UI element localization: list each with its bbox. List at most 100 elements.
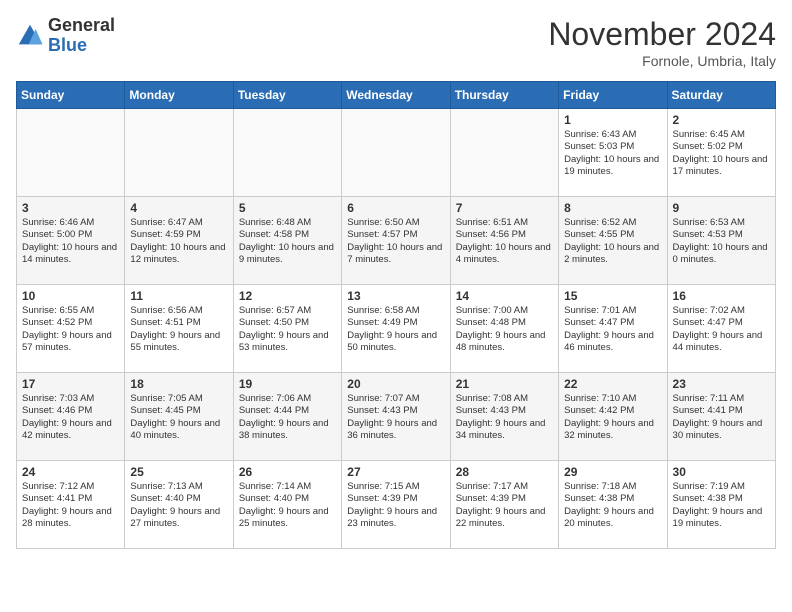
calendar-cell: 9Sunrise: 6:53 AMSunset: 4:53 PMDaylight… (667, 197, 775, 285)
day-number: 4 (130, 201, 227, 215)
calendar-cell: 22Sunrise: 7:10 AMSunset: 4:42 PMDayligh… (559, 373, 667, 461)
cell-info-line: Daylight: 10 hours and 19 minutes. (564, 154, 661, 179)
calendar-week-2: 3Sunrise: 6:46 AMSunset: 5:00 PMDaylight… (17, 197, 776, 285)
calendar-cell: 3Sunrise: 6:46 AMSunset: 5:00 PMDaylight… (17, 197, 125, 285)
cell-info-line: Sunset: 4:38 PM (673, 493, 770, 505)
location: Fornole, Umbria, Italy (548, 53, 776, 69)
cell-info-line: Daylight: 10 hours and 12 minutes. (130, 242, 227, 267)
cell-info-line: Sunset: 4:43 PM (456, 405, 553, 417)
calendar-cell (125, 109, 233, 197)
cell-info-line: Daylight: 9 hours and 20 minutes. (564, 506, 661, 531)
day-header-monday: Monday (125, 82, 233, 109)
cell-info-line: Daylight: 10 hours and 4 minutes. (456, 242, 553, 267)
cell-info-line: Sunrise: 6:53 AM (673, 217, 770, 229)
cell-info-line: Sunrise: 6:43 AM (564, 129, 661, 141)
cell-info-line: Sunset: 4:39 PM (456, 493, 553, 505)
day-number: 19 (239, 377, 336, 391)
cell-info-line: Daylight: 9 hours and 40 minutes. (130, 418, 227, 443)
calendar-cell: 29Sunrise: 7:18 AMSunset: 4:38 PMDayligh… (559, 461, 667, 549)
cell-info-line: Sunrise: 6:46 AM (22, 217, 119, 229)
day-header-tuesday: Tuesday (233, 82, 341, 109)
calendar-cell: 19Sunrise: 7:06 AMSunset: 4:44 PMDayligh… (233, 373, 341, 461)
day-number: 22 (564, 377, 661, 391)
cell-info-line: Sunrise: 7:17 AM (456, 481, 553, 493)
cell-info-line: Daylight: 9 hours and 53 minutes. (239, 330, 336, 355)
day-number: 24 (22, 465, 119, 479)
calendar-cell: 30 Sunrise: 7:19 AMSunset: 4:38 PMDayligh… (667, 461, 775, 549)
cell-info-line: Daylight: 9 hours and 48 minutes. (456, 330, 553, 355)
cell-info-line: Sunset: 4:59 PM (130, 229, 227, 241)
day-number: 8 (564, 201, 661, 215)
calendar-cell: 28Sunrise: 7:17 AMSunset: 4:39 PMDayligh… (450, 461, 558, 549)
day-number: 1 (564, 113, 661, 127)
day-number: 3 (22, 201, 119, 215)
day-number: 6 (347, 201, 444, 215)
calendar-cell: 4Sunrise: 6:47 AMSunset: 4:59 PMDaylight… (125, 197, 233, 285)
calendar-cell: 20Sunrise: 7:07 AMSunset: 4:43 PMDayligh… (342, 373, 450, 461)
cell-info-line: Sunset: 4:57 PM (347, 229, 444, 241)
calendar-table: SundayMondayTuesdayWednesdayThursdayFrid… (16, 81, 776, 549)
logo: General Blue (16, 16, 115, 56)
day-header-wednesday: Wednesday (342, 82, 450, 109)
day-number: 14 (456, 289, 553, 303)
calendar-week-4: 17 Sunrise: 7:03 AMSunset: 4:46 PM Dayligh… (17, 373, 776, 461)
cell-info-line: Daylight: 9 hours and 34 minutes. (456, 418, 553, 443)
cell-info-line: Sunset: 4:47 PM (673, 317, 770, 329)
cell-info-line: Sunset: 4:44 PM (239, 405, 336, 417)
cell-info-line: Sunrise: 6:45 AM (673, 129, 770, 141)
calendar-cell: 7Sunrise: 6:51 AMSunset: 4:56 PMDaylight… (450, 197, 558, 285)
cell-info-line: Sunrise: 7:11 AM (673, 393, 770, 405)
cell-info-line: Daylight: 9 hours and 46 minutes. (564, 330, 661, 355)
cell-info-line: Daylight: 9 hours and 28 minutes. (22, 506, 119, 531)
cell-info-line: Sunset: 4:51 PM (130, 317, 227, 329)
cell-info-line: Sunrise: 7:01 AM (564, 305, 661, 317)
day-number: 23 (673, 377, 770, 391)
cell-info-line: Sunrise: 6:51 AM (456, 217, 553, 229)
cell-info-line: Sunset: 4:45 PM (130, 405, 227, 417)
calendar-week-1: 1Sunrise: 6:43 AMSunset: 5:03 PMDaylight… (17, 109, 776, 197)
cell-info-line: Sunset: 4:55 PM (564, 229, 661, 241)
cell-info-line: Sunrise: 6:58 AM (347, 305, 444, 317)
calendar-cell: 10Sunrise: 6:55 AMSunset: 4:52 PMDayligh… (17, 285, 125, 373)
cell-info-line: Daylight: 9 hours and 36 minutes. (347, 418, 444, 443)
month-title: November 2024 (548, 16, 776, 53)
cell-info-line: Sunset: 4:49 PM (347, 317, 444, 329)
calendar-cell: 26Sunrise: 7:14 AMSunset: 4:40 PMDayligh… (233, 461, 341, 549)
day-number: 29 (564, 465, 661, 479)
day-number: 30 (673, 465, 770, 479)
cell-info-line: Sunset: 4:38 PM (564, 493, 661, 505)
cell-info-line: Daylight: 9 hours and 55 minutes. (130, 330, 227, 355)
day-number: 12 (239, 289, 336, 303)
day-header-sunday: Sunday (17, 82, 125, 109)
cell-info-line: Sunset: 4:46 PM (22, 405, 119, 417)
calendar-cell (17, 109, 125, 197)
cell-info-line: Daylight: 9 hours and 50 minutes. (347, 330, 444, 355)
cell-info-line: Sunrise: 6:52 AM (564, 217, 661, 229)
logo-text: General Blue (48, 16, 115, 56)
calendar-header-row: SundayMondayTuesdayWednesdayThursdayFrid… (17, 82, 776, 109)
cell-info-line: Daylight: 9 hours and 19 minutes. (673, 506, 770, 531)
day-number: 2 (673, 113, 770, 127)
day-number: 11 (130, 289, 227, 303)
cell-info-line: Sunset: 4:43 PM (347, 405, 444, 417)
day-number: 7 (456, 201, 553, 215)
day-number: 15 (564, 289, 661, 303)
day-number: 17 (22, 377, 119, 391)
day-number: 9 (673, 201, 770, 215)
cell-info-line: Sunset: 4:39 PM (347, 493, 444, 505)
day-number: 18 (130, 377, 227, 391)
calendar-cell (233, 109, 341, 197)
cell-info-line: Sunrise: 7:19 AM (673, 481, 770, 493)
cell-info-line: Sunrise: 7:03 AM (22, 393, 119, 405)
cell-info-line: Sunset: 4:53 PM (673, 229, 770, 241)
day-number: 5 (239, 201, 336, 215)
cell-info-line: Daylight: 9 hours and 38 minutes. (239, 418, 336, 443)
cell-info-line: Sunset: 4:41 PM (22, 493, 119, 505)
day-number: 25 (130, 465, 227, 479)
calendar-cell: 18Sunrise: 7:05 AMSunset: 4:45 PMDayligh… (125, 373, 233, 461)
calendar-cell: 8Sunrise: 6:52 AMSunset: 4:55 PMDaylight… (559, 197, 667, 285)
calendar-cell: 21Sunrise: 7:08 AMSunset: 4:43 PMDayligh… (450, 373, 558, 461)
cell-info-line: Sunset: 4:48 PM (456, 317, 553, 329)
cell-info-line: Sunrise: 7:07 AM (347, 393, 444, 405)
calendar-cell: 5Sunrise: 6:48 AMSunset: 4:58 PMDaylight… (233, 197, 341, 285)
